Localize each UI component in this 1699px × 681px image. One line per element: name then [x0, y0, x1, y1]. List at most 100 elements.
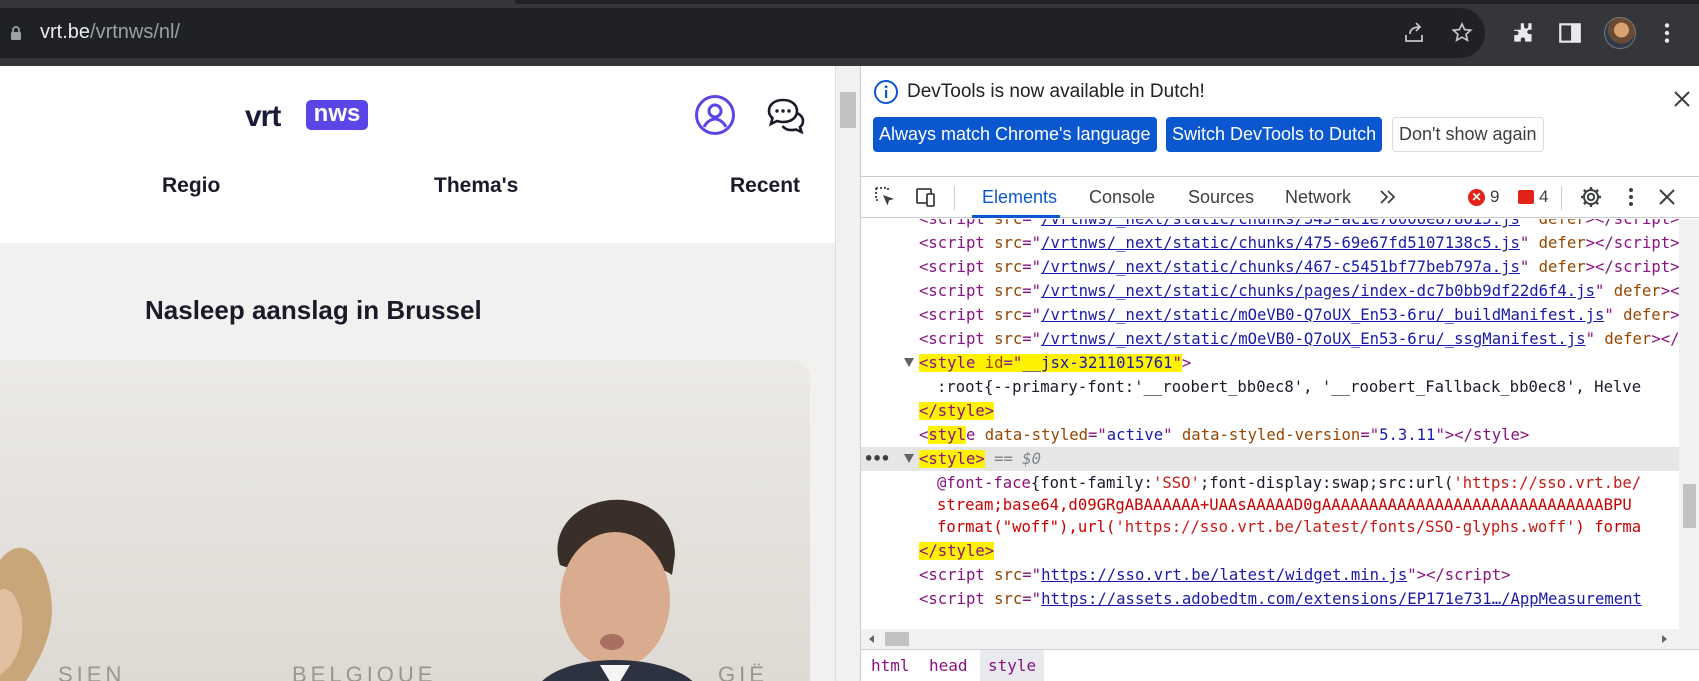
script-src-link[interactable]: /vrtnws/_next/static/mOeVB0-Q7oUX_En53-6… [1041, 330, 1586, 348]
nav-recent[interactable]: Recent [730, 174, 800, 198]
script-src-link[interactable]: /vrtnws/_next/static/mOeVB0-Q7oUX_En53-6… [1041, 306, 1604, 324]
toolbar-divider [1561, 186, 1562, 210]
more-menu-icon[interactable] [1654, 20, 1680, 46]
expand-triangle-icon[interactable] [904, 358, 914, 367]
dom-node-script[interactable]: <script src="/vrtnws/_next/static/mOeVB0… [919, 327, 1679, 351]
more-tabs-chevron-icon[interactable] [1376, 185, 1400, 209]
active-tab[interactable] [0, 0, 515, 4]
share-icon[interactable] [1402, 21, 1426, 45]
css-format-line[interactable]: format("woff"),url('https://sso.vrt.be/l… [937, 515, 1679, 539]
user-account-icon[interactable] [694, 94, 736, 136]
dom-node-script[interactable]: <script src="/vrtnws/_next/static/mOeVB0… [919, 303, 1679, 327]
star-icon[interactable] [1450, 21, 1474, 45]
switch-to-dutch-button[interactable]: Switch DevTools to Dutch [1166, 117, 1383, 152]
close-devtools-icon[interactable] [1655, 185, 1679, 209]
elements-scrollbar-thumb[interactable] [1683, 484, 1696, 528]
breadcrumb-html[interactable]: html [863, 650, 918, 681]
dom-node-style-styled[interactable]: <style data-styled="active" data-styled-… [919, 423, 1679, 447]
defer-attr: defer [1623, 306, 1671, 324]
page-scrollbar[interactable] [835, 66, 860, 681]
device-toolbar-icon[interactable] [913, 185, 937, 209]
address-bar[interactable]: vrt.be/vrtnws/nl/ [0, 8, 1485, 58]
toolbar-divider [954, 186, 955, 210]
nav-themas[interactable]: Thema's [434, 174, 518, 198]
page-scrollbar-thumb[interactable] [840, 92, 856, 128]
news-photo[interactable]: SIEN BELGIQUE GIË [0, 360, 810, 681]
css-at-rule: @font-face [937, 474, 1031, 492]
dom-node-selected-style[interactable]: ••• <style> == $0 [861, 447, 1679, 471]
css-base64-line[interactable]: stream;base64,d09GRgABAAAAAA+UAAsAAAAAD0… [937, 493, 1679, 517]
script-src-link[interactable]: https://assets.adobedtm.com/extensions/E… [1041, 590, 1642, 608]
defer-attr: defer [1538, 219, 1586, 228]
dom-node-script[interactable]: <script src="https://assets.adobedtm.com… [919, 587, 1679, 611]
selected-node-marker: == $0 [994, 450, 1042, 468]
scroll-left-icon[interactable] [867, 634, 877, 644]
tab-console[interactable]: Console [1089, 187, 1155, 208]
css-prop-text: {font-family: [1030, 474, 1153, 492]
lock-icon[interactable] [8, 25, 24, 41]
settings-gear-icon[interactable] [1579, 185, 1603, 209]
error-count[interactable]: 9 [1490, 187, 1499, 207]
devtools-menu-icon[interactable] [1619, 185, 1643, 209]
css-base64-text: stream;base64,d09GRgABAAAAAA+UAAsAAAAAD0… [937, 496, 1632, 514]
script-src-link[interactable]: /vrtnws/_next/static/chunks/475-69e67fd5… [1041, 234, 1520, 252]
css-root-rule[interactable]: :root{--primary-font:'__roobert_bb0ec8',… [937, 375, 1679, 399]
tab-elements[interactable]: Elements [982, 187, 1057, 208]
node-actions-ellipsis-icon[interactable]: ••• [864, 447, 890, 471]
inspect-element-icon[interactable] [873, 185, 897, 209]
defer-attr: defer [1538, 234, 1586, 252]
elements-horizontal-scrollbar[interactable] [861, 629, 1699, 649]
dom-node-close-style[interactable]: </style> [919, 399, 1679, 423]
infobar-close-icon[interactable] [1673, 90, 1691, 108]
css-string: 'https://sso.vrt.be/ [1453, 474, 1642, 492]
dom-node-style-jsx[interactable]: <style id="__jsx-3211015761"> [904, 351, 1679, 375]
defer-attr: defer [1613, 282, 1661, 300]
browser-toolbar: vrt.be/vrtnws/nl/ [0, 0, 1699, 66]
error-badge-icon[interactable]: ✕ [1468, 189, 1485, 206]
dom-node-script[interactable]: <script src="/vrtnws/_next/static/chunks… [919, 219, 1679, 231]
elements-tree[interactable]: <script src="/vrtnws/_next/static/chunks… [861, 219, 1679, 629]
dont-show-again-button[interactable]: Don't show again [1392, 117, 1544, 152]
dom-node-close-style[interactable]: </style> [919, 539, 1679, 563]
tab-strip [0, 0, 1699, 4]
css-format-text: format("woff"),url( [937, 518, 1116, 536]
dom-breadcrumbs: html head style [861, 649, 1699, 681]
breadcrumb-style[interactable]: style [980, 650, 1045, 681]
active-tab-indicator [972, 215, 1060, 218]
horizontal-scrollbar-thumb[interactable] [885, 632, 909, 646]
press-conference-image [0, 499, 693, 681]
url-host: vrt.be [40, 21, 91, 43]
language-infobar: DevTools is now available in Dutch! Alwa… [861, 66, 1699, 176]
url-text[interactable]: vrt.be/vrtnws/nl/ [40, 21, 180, 44]
issues-count[interactable]: 4 [1539, 187, 1548, 207]
defer-attr: defer [1604, 330, 1652, 348]
tab-sources[interactable]: Sources [1188, 187, 1254, 208]
scroll-right-icon[interactable] [1659, 634, 1669, 644]
script-src-link[interactable]: /vrtnws/_next/static/chunks/467-c5451bf7… [1041, 258, 1520, 276]
css-fontface-rule[interactable]: @font-face{font-family:'SSO';font-displa… [937, 471, 1679, 495]
section-headline[interactable]: Nasleep aanslag in Brussel [145, 295, 482, 326]
script-src-link[interactable]: /vrtnws/_next/static/chunks/pages/index-… [1041, 282, 1595, 300]
css-prop-text: ;font-display:swap;src:url( [1199, 474, 1454, 492]
profile-avatar[interactable] [1604, 17, 1636, 49]
script-src-link[interactable]: /vrtnws/_next/static/chunks/343-ac1e7000… [1041, 219, 1520, 228]
logo-vrt: vrt [245, 100, 281, 133]
dom-node-script[interactable]: <script src="/vrtnws/_next/static/chunks… [919, 231, 1679, 255]
dom-node-script[interactable]: <script src="/vrtnws/_next/static/chunks… [919, 279, 1679, 303]
elements-vertical-scrollbar[interactable] [1679, 219, 1699, 629]
nav-regio[interactable]: Regio [162, 174, 220, 198]
always-match-language-button[interactable]: Always match Chrome's language [873, 117, 1157, 152]
script-src-link[interactable]: https://sso.vrt.be/latest/widget.min.js [1041, 566, 1407, 584]
extensions-icon[interactable] [1511, 20, 1537, 46]
dom-node-script[interactable]: <script src="https://sso.vrt.be/latest/w… [919, 563, 1679, 587]
sign-text-2: BELGIQUE [292, 662, 437, 681]
breadcrumb-head[interactable]: head [921, 650, 976, 681]
expand-triangle-icon[interactable] [904, 454, 914, 463]
issues-badge-icon[interactable] [1518, 190, 1534, 204]
tab-network[interactable]: Network [1285, 187, 1351, 208]
chat-icon[interactable] [766, 96, 806, 136]
sign-text-1: SIEN [58, 662, 126, 681]
web-page: vrt nws Regio Thema's Recent Nasleep aan… [0, 66, 835, 681]
side-panel-icon[interactable] [1557, 20, 1583, 46]
dom-node-script[interactable]: <script src="/vrtnws/_next/static/chunks… [919, 255, 1679, 279]
